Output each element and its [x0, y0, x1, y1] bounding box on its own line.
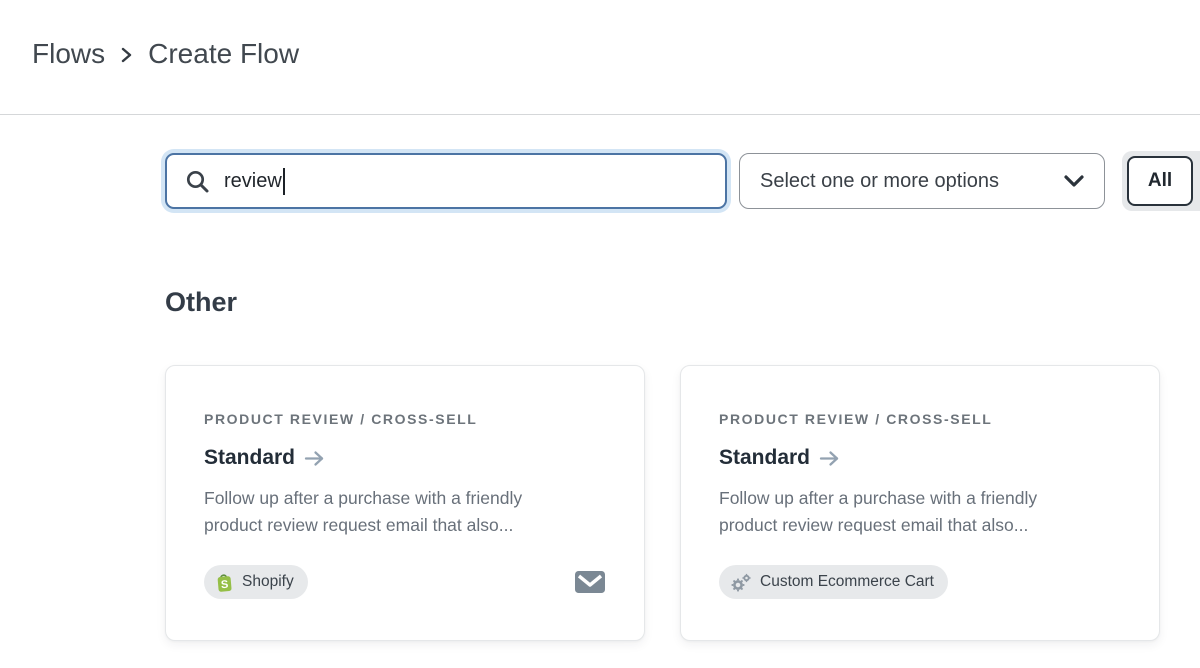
flow-card-custom-ecommerce[interactable]: PRODUCT REVIEW / CROSS-SELL Standard Fol…: [680, 365, 1160, 641]
chevron-down-icon: [1063, 174, 1085, 188]
card-footer: S Shopify: [204, 565, 606, 599]
gears-icon: [730, 573, 752, 592]
arrow-right-icon: [304, 450, 326, 467]
card-category: PRODUCT REVIEW / CROSS-SELL: [204, 411, 606, 427]
email-icon: [574, 570, 606, 594]
view-toggle-group: All: [1122, 151, 1200, 211]
chevron-right-icon: [121, 46, 132, 64]
integration-badge-custom-ecommerce: Custom Ecommerce Cart: [719, 565, 948, 599]
text-cursor: [283, 168, 285, 195]
card-description-line1: Follow up after a purchase with a friend…: [719, 485, 1121, 512]
page-header: Flows Create Flow: [0, 0, 1200, 115]
card-description-line2: product review request email that also..…: [719, 512, 1121, 539]
integration-badge-label: Shopify: [242, 573, 294, 591]
breadcrumb-flows[interactable]: Flows: [32, 38, 105, 70]
integration-badge-shopify: S Shopify: [204, 565, 308, 599]
section-title-other: Other: [165, 287, 237, 318]
card-title-row: Standard: [204, 445, 606, 471]
options-dropdown[interactable]: Select one or more options: [739, 153, 1105, 209]
breadcrumb-create-flow: Create Flow: [148, 38, 299, 70]
shopify-bag-icon: S: [215, 572, 234, 593]
breadcrumb: Flows Create Flow: [32, 38, 299, 70]
card-description: Follow up after a purchase with a friend…: [204, 485, 606, 539]
card-description-line2: product review request email that also..…: [204, 512, 606, 539]
card-title: Standard: [204, 445, 295, 471]
flow-card-shopify[interactable]: PRODUCT REVIEW / CROSS-SELL Standard Fol…: [165, 365, 645, 641]
card-category: PRODUCT REVIEW / CROSS-SELL: [719, 411, 1121, 427]
svg-text:S: S: [220, 578, 228, 591]
card-description-line1: Follow up after a purchase with a friend…: [204, 485, 606, 512]
flow-template-cards: PRODUCT REVIEW / CROSS-SELL Standard Fol…: [165, 365, 1160, 641]
channel-icons: [574, 570, 606, 594]
search-input-value: review: [224, 170, 282, 193]
card-description: Follow up after a purchase with a friend…: [719, 485, 1121, 539]
card-title-row: Standard: [719, 445, 1121, 471]
all-filter-button[interactable]: All: [1127, 156, 1193, 206]
arrow-right-icon: [819, 450, 841, 467]
card-footer: Custom Ecommerce Cart: [719, 565, 1121, 599]
filter-row: review Select one or more options All: [165, 151, 1200, 211]
card-title: Standard: [719, 445, 810, 471]
options-dropdown-label: Select one or more options: [760, 170, 999, 193]
search-icon: [184, 168, 211, 195]
search-input[interactable]: review: [165, 153, 727, 209]
integration-badge-label: Custom Ecommerce Cart: [760, 573, 934, 591]
